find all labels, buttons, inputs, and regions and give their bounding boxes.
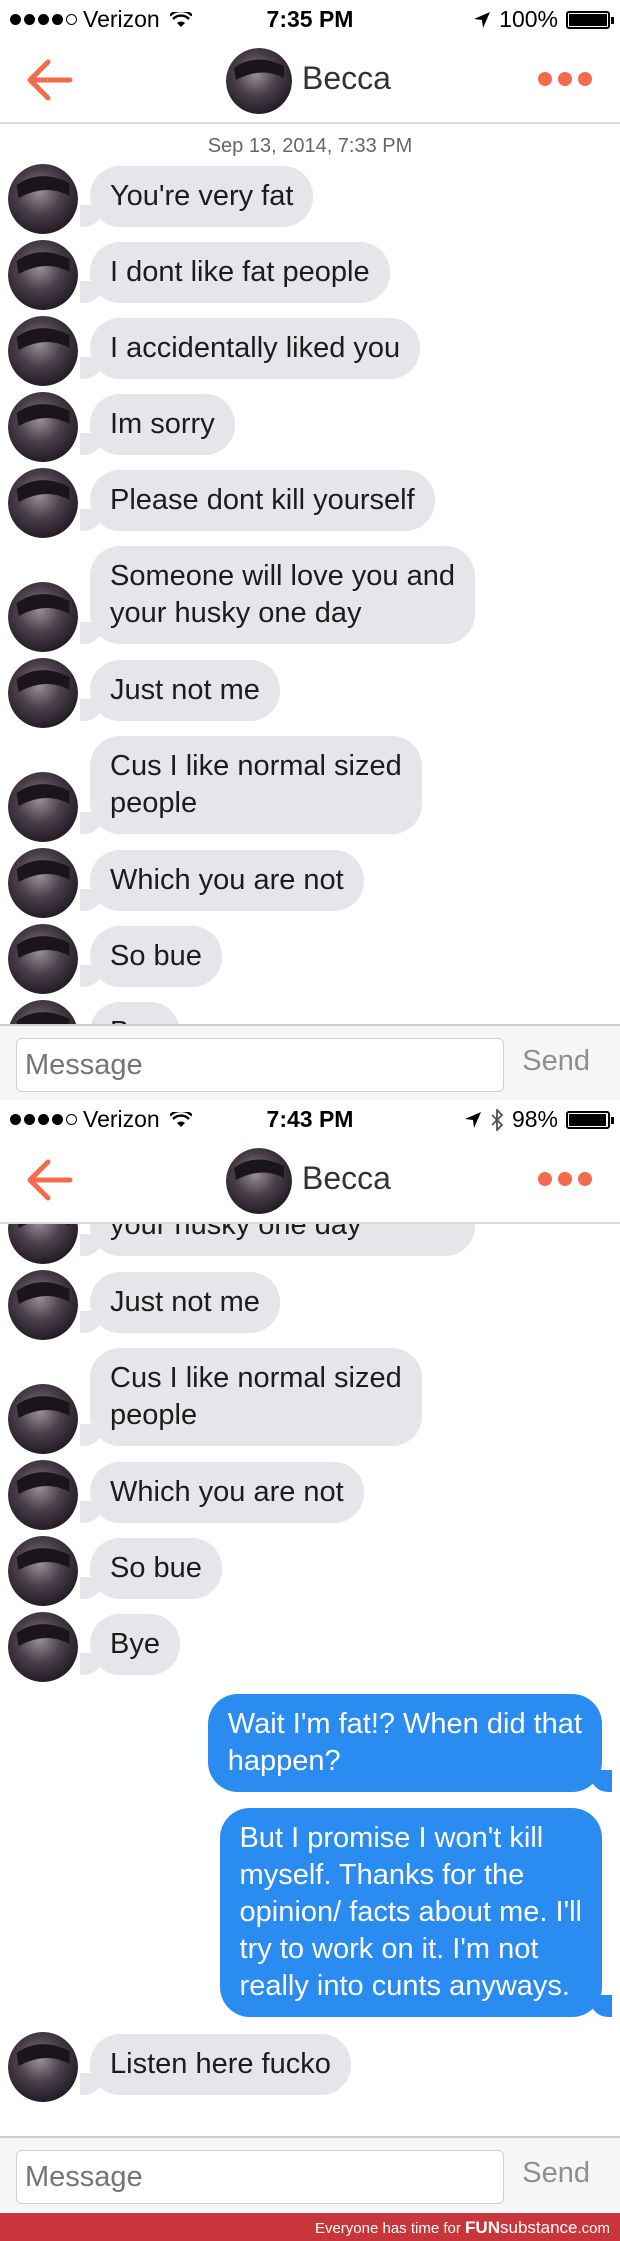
watermark-footer: Everyone has time for FUNsubstance.com [0,2213,620,2241]
message-bubble[interactable]: Which you are not [80,850,364,911]
message-row: Someone will love you and your husky one… [0,1224,620,1266]
message-row: You're very fat [0,160,620,236]
message-bubble[interactable]: I dont like fat people [80,242,390,303]
status-bar: Verizon 7:43 PM 98% [0,1100,620,1140]
sender-avatar [8,1224,78,1264]
back-arrow-icon[interactable] [24,58,74,102]
contact-name[interactable]: Becca [302,1160,391,1197]
contact-avatar[interactable] [226,48,292,114]
battery-icon [566,1110,614,1129]
sender-avatar [8,848,78,918]
message-input[interactable] [16,1038,504,1092]
sender-avatar [8,582,78,652]
message-row: Which you are not [0,844,620,920]
message-row: Bye [0,1608,620,1684]
message-bubble[interactable]: Someone will love you and your husky one… [80,546,475,644]
message-row: Just not me [0,654,620,730]
back-arrow-icon[interactable] [24,1158,74,1202]
message-bubble[interactable]: You're very fat [79,166,314,227]
more-options-icon[interactable] [538,1172,592,1186]
message-bubble[interactable]: Which you are not [80,1462,364,1523]
nav-bar: Becca [0,40,620,124]
contact-name[interactable]: Becca [302,60,391,97]
screenshot-bottom: Verizon 7:43 PM 98% Becca Someone will l… [0,1100,620,2213]
message-input[interactable] [16,2150,504,2204]
status-bar: Verizon 7:35 PM 100% [0,0,620,40]
message-bubble[interactable]: Cus I like normal sized people [80,1348,422,1446]
more-options-icon[interactable] [538,72,592,86]
message-bubble[interactable]: So bue [80,926,222,987]
sender-avatar [8,468,78,538]
message-list[interactable]: Someone will love you and your husky one… [0,1224,620,2137]
message-row: Cus I like normal sized people [0,1342,620,1456]
sender-avatar [8,1270,78,1340]
send-button[interactable]: Send [516,1044,596,1079]
location-arrow-icon [474,11,491,28]
battery-percent: 100% [499,6,558,32]
message-row: But I promise I won't kill myself. Thank… [0,1808,620,2028]
sender-avatar [8,2032,78,2102]
sender-avatar [8,1612,78,1682]
message-row: Someone will love you and your husky one… [0,540,620,654]
message-row: So bue [0,1532,620,1608]
message-bubble[interactable]: Just not me [80,660,280,721]
message-bubble[interactable]: Just not me [80,1272,280,1333]
sender-avatar [8,240,78,310]
message-row: Which you are not [0,1456,620,1532]
bluetooth-icon [491,1108,504,1131]
sender-avatar [8,658,78,728]
timestamp: Sep 13, 2014, 7:33 PM [207,135,413,157]
sender-avatar [8,392,78,462]
sender-avatar [8,772,78,842]
message-row: I accidentally liked you [0,312,620,388]
message-row: Cus I like normal sized people [0,730,620,844]
message-row: Please dont kill yourself [0,464,620,540]
contact-avatar[interactable] [226,1148,292,1214]
message-bubble[interactable]: Someone will love you and your husky one… [80,1224,475,1256]
message-bubble[interactable]: Im sorry [80,394,235,455]
sender-avatar [8,316,78,386]
message-bubble[interactable]: Listen here fucko [80,2034,351,2095]
message-list[interactable]: Sep 13, 2014, 7:33 PM You're very fat I … [0,124,620,1024]
message-bubble[interactable]: Please dont kill yourself [80,470,435,531]
message-row: So bue [0,920,620,996]
message-row: Just not me [0,1266,620,1342]
message-row: Bye [0,996,620,1024]
nav-bar: Becca [0,1140,620,1224]
brand-domain: .com [577,2220,610,2237]
message-bubble[interactable]: Bye [80,1614,180,1675]
message-bubble[interactable]: Wait I'm fat!? When did that happen? [207,1694,613,1792]
brand-fun: FUN [465,2218,500,2237]
sender-avatar [8,1536,78,1606]
message-bubble[interactable]: So bue [80,1538,222,1599]
message-row: Listen here fucko [0,2028,620,2104]
message-bubble[interactable]: I accidentally liked you [79,318,421,379]
composer: Send [0,1024,620,1100]
message-bubble[interactable]: Bye [90,1002,180,1024]
screenshot-top: Verizon 7:35 PM 100% Becca Sep 13, 2014,… [0,0,620,1100]
battery-percent: 98% [511,1106,558,1132]
location-arrow-icon [464,1111,481,1128]
battery-icon [566,10,614,29]
message-bubble[interactable]: Cus I like normal sized people [80,736,422,834]
sender-avatar [8,924,78,994]
sender-avatar [9,1000,77,1024]
sender-avatar [8,1460,78,1530]
sender-avatar [8,164,78,234]
brand-substance: substance [499,2218,578,2237]
send-button[interactable]: Send [516,2156,596,2191]
message-row: I dont like fat people [0,236,620,312]
message-row: Im sorry [0,388,620,464]
message-row: Wait I'm fat!? When did that happen? [0,1694,620,1808]
message-bubble[interactable]: But I promise I won't kill myself. Thank… [219,1808,613,2017]
sender-avatar [8,1384,78,1454]
composer: Send [0,2136,620,2212]
footer-text: Everyone has time for [314,2220,461,2237]
